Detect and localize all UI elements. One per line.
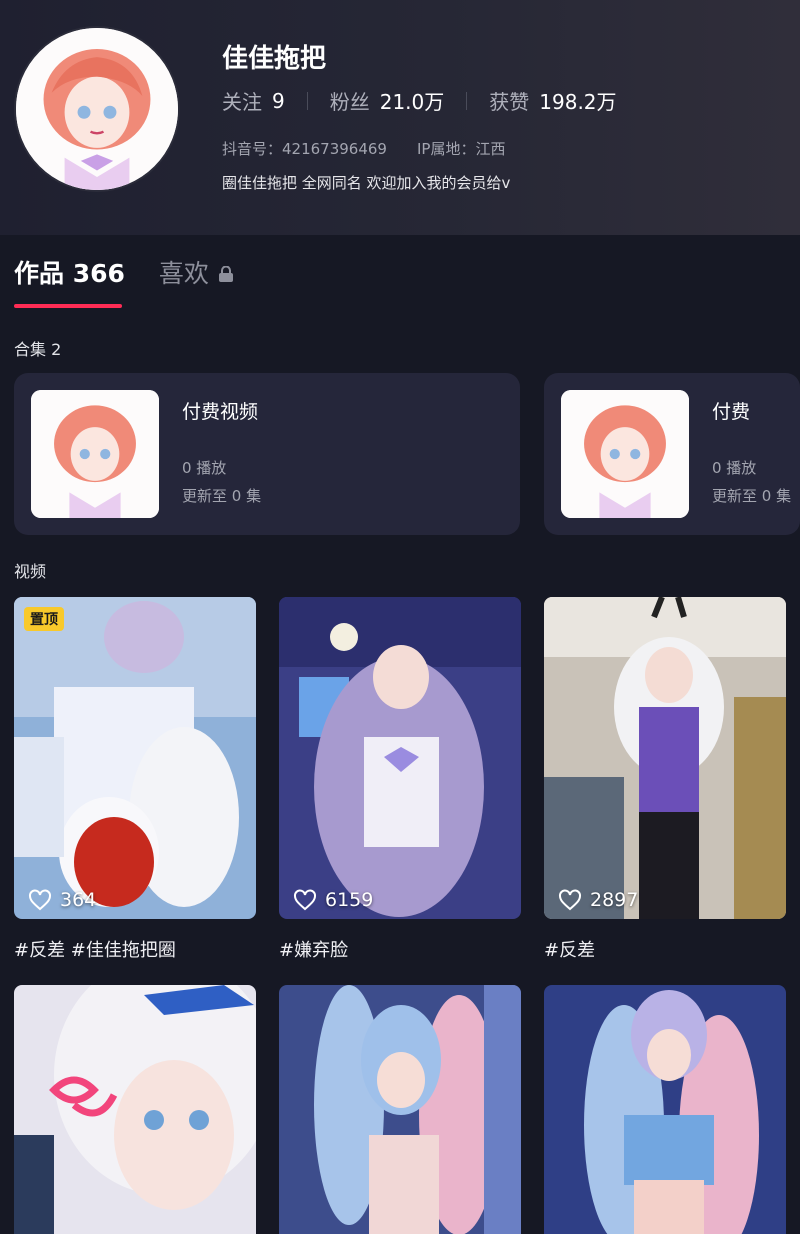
ip-location: IP属地：江西 (416, 140, 506, 158)
profile-name: 佳佳拖把 (222, 44, 327, 74)
tab-works[interactable]: 作品 366 (14, 254, 125, 290)
videos-heading: 视频 (14, 562, 47, 581)
stat-divider (306, 91, 308, 110)
video-like-count: 6159 (325, 889, 374, 911)
video-thumbnail (14, 985, 256, 1234)
profile-meta: 抖音号：42167396469 IP属地：江西 (222, 138, 505, 159)
followers-label[interactable]: 粉丝 (330, 86, 370, 115)
video-thumbnail (14, 597, 256, 919)
video-caption[interactable]: #反差 #佳佳拖把圈 (14, 936, 176, 962)
likes-received-count: 198.2万 (539, 90, 617, 114)
collection-card[interactable]: 付费 0 播放 更新至 0 集 (544, 373, 800, 535)
collection-plays: 0 播放 (712, 459, 757, 477)
video-tile[interactable]: 2897 (544, 597, 786, 919)
video-tile[interactable] (544, 985, 786, 1234)
lock-icon (218, 266, 233, 282)
tab-liked-label: 喜欢 (158, 259, 209, 288)
douyin-id[interactable]: 抖音号：42167396469 (222, 138, 387, 159)
following-count[interactable]: 9 (272, 89, 285, 113)
tab-liked[interactable]: 喜欢 (159, 254, 235, 290)
profile-stats: 关注 9 粉丝 21.0万 获赞 198.2万 (222, 86, 617, 115)
collection-update: 更新至 0 集 (712, 487, 792, 505)
followers-count[interactable]: 21.0万 (380, 86, 445, 115)
collection-card[interactable]: 付费视频 0 播放 更新至 0 集 (14, 373, 520, 535)
video-caption[interactable]: #嫌弃脸 (279, 936, 348, 962)
video-thumbnail (279, 597, 521, 919)
video-thumbnail (544, 985, 786, 1234)
video-thumbnail (279, 985, 521, 1234)
likes-received-label: 获赞 (489, 90, 530, 114)
heart-icon (29, 889, 51, 911)
collection-thumbnail (31, 390, 159, 518)
collection-update: 更新至 0 集 (182, 487, 262, 505)
video-like-count: 364 (60, 889, 97, 911)
video-likes: 6159 (293, 889, 373, 911)
video-thumbnail (544, 597, 786, 919)
heart-icon (559, 889, 581, 911)
collections-heading: 合集 2 (14, 340, 62, 359)
active-tab-indicator (14, 304, 122, 308)
avatar-illustration (16, 28, 178, 190)
collection-title: 付费视频 (182, 401, 259, 423)
collection-plays: 0 播放 (182, 459, 227, 477)
pinned-badge: 置顶 (24, 607, 64, 631)
collection-thumbnail (561, 390, 689, 518)
video-likes: 2897 (558, 889, 638, 911)
stat-divider (466, 91, 468, 110)
video-tile[interactable] (14, 985, 256, 1234)
video-tile[interactable]: 6159 (279, 597, 521, 919)
video-likes: 364 (28, 889, 96, 911)
avatar[interactable] (14, 26, 180, 192)
video-like-count: 2897 (590, 889, 639, 911)
video-tile[interactable] (279, 985, 521, 1234)
collection-cover-image (31, 390, 159, 518)
video-caption[interactable]: #反差 (544, 936, 595, 962)
collection-title: 付费 (712, 401, 751, 423)
heart-icon (294, 889, 316, 911)
following-label[interactable]: 关注 (222, 86, 262, 115)
video-tile[interactable]: 置顶 364 (14, 597, 256, 919)
profile-bio: 圈佳佳拖把 全网同名 欢迎加入我的会员给v (222, 174, 511, 192)
profile-tabs: 作品 366 喜欢 (14, 254, 235, 290)
collection-cover-image (561, 390, 689, 518)
